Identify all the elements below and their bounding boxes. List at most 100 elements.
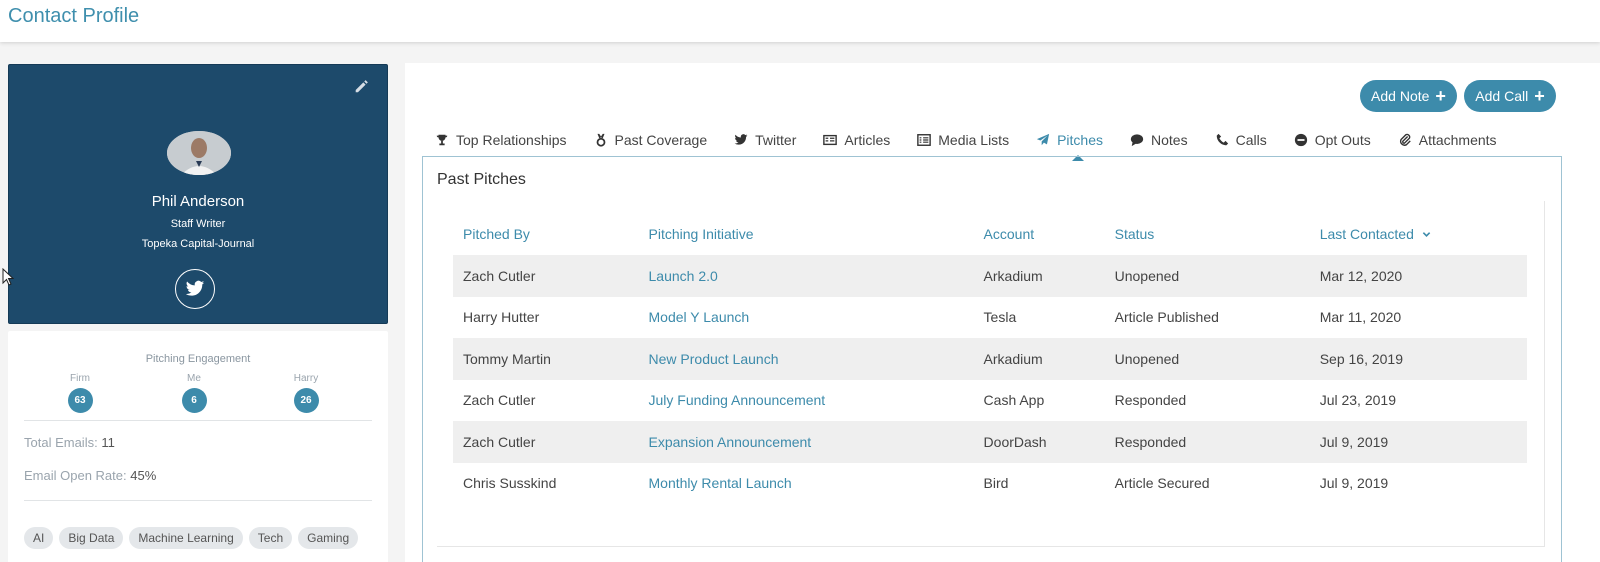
tab-label: Notes xyxy=(1151,132,1188,148)
twitter-icon xyxy=(734,134,748,145)
add-call-button[interactable]: Add Call + xyxy=(1464,80,1556,112)
cell-last-contacted: Jul 23, 2019 xyxy=(1319,392,1396,409)
paper-plane-icon xyxy=(1036,133,1050,146)
tab-media-lists[interactable]: Media Lists xyxy=(917,125,1009,155)
column-header-last-contacted[interactable]: Last Contacted xyxy=(1310,213,1527,255)
cell-last-contacted: Jul 9, 2019 xyxy=(1319,475,1389,492)
cell-account: Arkadium xyxy=(973,338,1105,380)
column-header-pitched-by[interactable]: Pitched By xyxy=(453,213,639,255)
email-open-rate: Email Open Rate: 45% xyxy=(24,468,156,483)
tab-label: Articles xyxy=(844,132,891,148)
mouse-cursor-icon xyxy=(2,268,14,286)
engagement-firm: Firm 63 xyxy=(50,373,110,413)
table-row: Harry Hutter Model Y Launch Tesla Articl… xyxy=(453,297,1527,339)
tab-articles[interactable]: Articles xyxy=(823,125,890,155)
tag-chip[interactable]: Big Data xyxy=(59,527,124,549)
table-container: Pitched By Pitching Initiative Account S… xyxy=(437,201,1545,547)
cell-initiative-link[interactable]: New Product Launch xyxy=(638,338,974,380)
cell-pitched-by: Harry Hutter xyxy=(463,309,540,326)
trophy-icon xyxy=(436,134,448,146)
engagement-badge: 63 xyxy=(67,388,93,413)
cell-initiative-link[interactable]: July Funding Announcement xyxy=(639,380,974,422)
cell-initiative-link[interactable]: Expansion Announcement xyxy=(638,421,974,463)
past-pitches-panel: Past Pitches Pitched By Pitching Initiat… xyxy=(422,156,1562,562)
list-icon xyxy=(917,134,932,146)
tab-calls[interactable]: Calls xyxy=(1215,125,1267,155)
table-row: Zach Cutler July Funding Announcement Ca… xyxy=(453,380,1527,422)
cell-account: Arkadium xyxy=(973,255,1105,297)
column-header-pitching-initiative[interactable]: Pitching Initiative xyxy=(639,213,974,255)
pitches-table: Pitched By Pitching Initiative Account S… xyxy=(453,213,1527,504)
divider xyxy=(24,500,372,501)
cell-initiative-link[interactable]: Model Y Launch xyxy=(639,297,974,339)
main-panel: Add Note + Add Call + Top Relationships … xyxy=(405,63,1600,562)
tab-label: Opt Outs xyxy=(1314,132,1371,148)
chevron-down-icon xyxy=(1422,232,1430,237)
column-header-status[interactable]: Status xyxy=(1105,213,1310,255)
engagement-label: Firm xyxy=(70,373,90,384)
tag-chip[interactable]: Tech xyxy=(248,527,293,549)
cell-pitched-by: Chris Susskind xyxy=(463,475,557,492)
engagement-me: Me 6 xyxy=(164,373,224,413)
engagement-title: Pitching Engagement xyxy=(145,353,251,365)
twitter-profile-button[interactable] xyxy=(175,269,215,309)
engagement-card: Pitching Engagement Firm 63 Me 6 Harry 2… xyxy=(8,331,388,562)
tab-attachments[interactable]: Attachments xyxy=(1398,125,1497,155)
cell-status: Unopened xyxy=(1104,338,1310,380)
articles-icon xyxy=(823,134,838,146)
cell-last-contacted: Sep 16, 2019 xyxy=(1309,338,1527,380)
tab-label: Top Relationships xyxy=(456,132,567,148)
total-emails: Total Emails: 11 xyxy=(24,435,115,450)
table-row: Tommy Martin New Product Launch Arkadium… xyxy=(453,338,1527,380)
minus-circle-icon xyxy=(1294,133,1307,147)
medal-icon xyxy=(596,133,605,147)
tag-chip[interactable]: Machine Learning xyxy=(129,527,243,549)
tab-top-relationships[interactable]: Top Relationships xyxy=(435,125,567,155)
table-header-row: Pitched By Pitching Initiative Account S… xyxy=(453,213,1527,255)
engagement-badge: 26 xyxy=(293,388,319,413)
cell-pitched-by: Tommy Martin xyxy=(453,338,639,380)
tab-bar: Top Relationships Past Coverage Twitter … xyxy=(435,125,1524,161)
tab-pitches[interactable]: Pitches xyxy=(1036,125,1103,161)
engagement-label: Harry xyxy=(293,373,319,384)
tag-list: AI Big Data Machine Learning Tech Gaming xyxy=(24,527,374,549)
contact-name: Phil Anderson xyxy=(151,193,245,210)
tab-twitter[interactable]: Twitter xyxy=(734,125,796,155)
pencil-icon[interactable] xyxy=(353,77,371,95)
cell-initiative-link[interactable]: Launch 2.0 xyxy=(638,255,974,297)
engagement-harry: Harry 26 xyxy=(276,373,336,413)
tab-label: Twitter xyxy=(755,132,797,148)
page-title: Contact Profile xyxy=(8,5,140,27)
add-note-button[interactable]: Add Note + xyxy=(1360,80,1457,112)
tab-label: Attachments xyxy=(1418,132,1497,148)
tab-label: Past Coverage xyxy=(614,132,708,148)
total-emails-label: Total Emails: xyxy=(24,435,98,450)
tag-chip[interactable]: AI xyxy=(24,527,54,549)
tab-label: Pitches xyxy=(1057,132,1103,148)
column-header-account[interactable]: Account xyxy=(974,213,1105,255)
tab-label: Calls xyxy=(1235,132,1267,148)
cell-last-contacted: Mar 11, 2020 xyxy=(1319,309,1402,326)
plus-icon: + xyxy=(1534,86,1545,106)
tab-opt-outs[interactable]: Opt Outs xyxy=(1294,125,1371,155)
top-bar: Contact Profile xyxy=(0,0,1600,42)
contact-company: Topeka Capital-Journal xyxy=(141,238,255,250)
plus-icon: + xyxy=(1435,86,1446,106)
tab-notes[interactable]: Notes xyxy=(1130,125,1188,155)
cell-account: Bird xyxy=(983,475,1009,492)
cell-status: Responded xyxy=(1114,392,1187,409)
tab-past-coverage[interactable]: Past Coverage xyxy=(594,125,708,155)
cell-account: Cash App xyxy=(983,392,1045,409)
comment-icon xyxy=(1130,134,1144,147)
cell-initiative-link[interactable]: Monthly Rental Launch xyxy=(639,463,974,505)
tag-chip[interactable]: Gaming xyxy=(298,527,359,549)
paperclip-icon xyxy=(1399,133,1411,146)
cell-last-contacted: Mar 12, 2020 xyxy=(1309,255,1527,297)
open-rate-label: Email Open Rate: xyxy=(24,468,127,483)
engagement-label: Me xyxy=(187,373,201,384)
add-note-label: Add Note xyxy=(1371,88,1430,104)
table-row: Zach Cutler Expansion Announcement DoorD… xyxy=(453,421,1527,463)
cell-status: Article Secured xyxy=(1114,475,1210,492)
cell-pitched-by: Zach Cutler xyxy=(463,392,536,409)
avatar xyxy=(167,131,231,175)
